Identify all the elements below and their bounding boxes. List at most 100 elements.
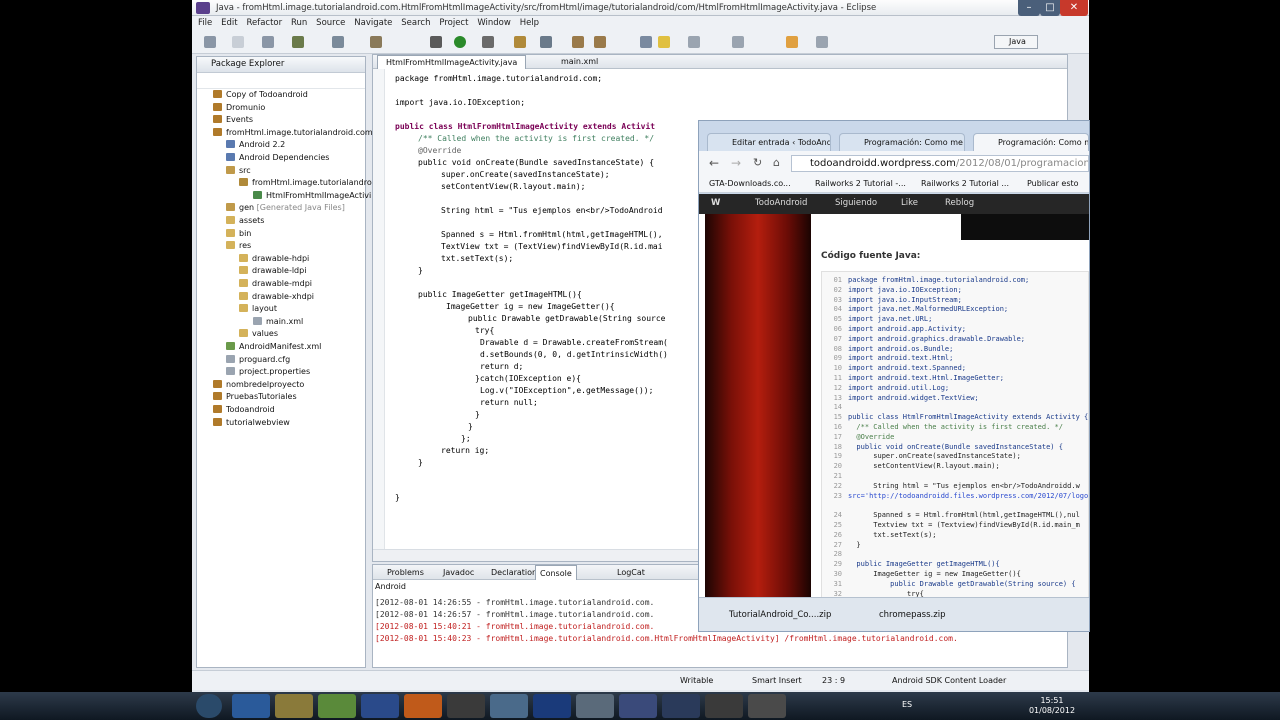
mark-occurrences-icon[interactable] xyxy=(640,36,652,48)
maximize-button[interactable]: □ xyxy=(1040,0,1060,16)
tab-console[interactable]: Console xyxy=(535,565,577,580)
url-input[interactable]: todoandroidd.wordpress.com/2012/08/01/pr… xyxy=(791,155,1089,172)
android-sdk-icon[interactable] xyxy=(292,36,304,48)
reload-icon[interactable]: ↻ xyxy=(753,156,762,169)
checkbox-icon[interactable] xyxy=(332,36,344,48)
menu-source[interactable]: Source xyxy=(316,16,345,30)
tab-main-xml[interactable]: main.xml xyxy=(553,55,606,69)
save-icon[interactable] xyxy=(232,36,244,48)
folder-icon[interactable] xyxy=(370,36,382,48)
browser-tab[interactable]: Programación: Como me xyxy=(839,133,965,151)
menu-search[interactable]: Search xyxy=(401,16,430,30)
new-class-icon[interactable] xyxy=(514,36,526,48)
download-item[interactable]: chromepass.zip xyxy=(857,605,997,625)
open-task-icon[interactable] xyxy=(594,36,606,48)
firefox-icon[interactable] xyxy=(404,694,442,718)
next-annotation-icon[interactable] xyxy=(732,36,744,48)
tree-item[interactable]: Copy of Todoandroid xyxy=(213,89,308,101)
tree-item[interactable]: res xyxy=(226,240,251,252)
word-icon[interactable] xyxy=(361,694,399,718)
tree-item[interactable]: tutorialwebview xyxy=(213,417,290,429)
tree-item[interactable]: src xyxy=(226,165,251,177)
tree-item[interactable]: PruebasTutoriales xyxy=(213,391,297,403)
eclipse-icon[interactable] xyxy=(533,694,571,718)
tree-item[interactable]: drawable-ldpi xyxy=(239,265,306,277)
run-icon[interactable] xyxy=(454,36,466,48)
tree-item[interactable]: values xyxy=(239,328,278,340)
language-indicator[interactable]: ES xyxy=(902,700,912,709)
back-icon[interactable]: ← xyxy=(709,156,719,170)
app-icon[interactable] xyxy=(705,694,743,718)
block-selection-icon[interactable] xyxy=(688,36,700,48)
tree-item[interactable]: Todoandroid xyxy=(213,404,275,416)
menu-refactor[interactable]: Refactor xyxy=(246,16,282,30)
tree-item[interactable]: assets xyxy=(226,215,264,227)
tab-java-file[interactable]: HtmlFromHtmlImageActivity.java xyxy=(377,55,527,69)
tree-item[interactable]: main.xml xyxy=(253,316,303,328)
wordpress-logo-icon[interactable]: W xyxy=(711,198,720,208)
wp-following-button[interactable]: Siguiendo xyxy=(835,198,877,208)
bookmark-item[interactable]: Railworks 2 Tutorial ... xyxy=(921,179,1009,188)
app-icon[interactable] xyxy=(447,694,485,718)
app-icon[interactable] xyxy=(619,694,657,718)
tree-item[interactable]: AndroidManifest.xml xyxy=(226,341,321,353)
perspective-java-button[interactable]: Java xyxy=(994,35,1038,49)
external-tools-icon[interactable] xyxy=(482,36,494,48)
app-icon[interactable] xyxy=(576,694,614,718)
tree-item[interactable]: fromHtml.image.tutorialandroid.com. xyxy=(213,127,375,139)
tree-item[interactable]: drawable-xhdpi xyxy=(239,291,314,303)
back-icon[interactable] xyxy=(786,36,798,48)
tree-item[interactable]: proguard.cfg xyxy=(226,354,290,366)
close-button[interactable]: ✕ xyxy=(1060,0,1088,16)
menu-edit[interactable]: Edit xyxy=(221,16,237,30)
new-icon[interactable] xyxy=(204,36,216,48)
wp-reblog-button[interactable]: Reblog xyxy=(945,198,974,208)
tree-item[interactable]: gen [Generated Java Files] xyxy=(226,202,345,214)
menu-project[interactable]: Project xyxy=(439,16,468,30)
debug-icon[interactable] xyxy=(430,36,442,48)
tree-item[interactable]: nombredelproyecto xyxy=(213,379,304,391)
wp-site-link[interactable]: TodoAndroid xyxy=(755,198,807,208)
wp-like-button[interactable]: Like xyxy=(901,198,918,208)
tab-javadoc[interactable]: Javadoc xyxy=(439,565,478,580)
tree-item[interactable]: drawable-hdpi xyxy=(239,253,309,265)
menu-window[interactable]: Window xyxy=(477,16,511,30)
tree-item[interactable]: layout xyxy=(239,303,277,315)
tree-item[interactable]: Events xyxy=(213,114,253,126)
bookmark-item[interactable]: GTA-Downloads.co... xyxy=(709,179,791,188)
tree-item[interactable]: Android 2.2 xyxy=(226,139,285,151)
tree-item[interactable]: HtmlFromHtmlImageActivi xyxy=(253,190,371,202)
print-icon[interactable] xyxy=(262,36,274,48)
tab-problems[interactable]: Problems xyxy=(383,565,428,580)
menu-run[interactable]: Run xyxy=(291,16,307,30)
start-button-icon[interactable] xyxy=(196,694,222,718)
ie-icon[interactable] xyxy=(232,694,270,718)
bookmark-item[interactable]: Railworks 2 Tutorial -... xyxy=(815,179,906,188)
refresh-icon[interactable] xyxy=(540,36,552,48)
app-icon[interactable] xyxy=(748,694,786,718)
open-type-icon[interactable] xyxy=(572,36,584,48)
forward-icon[interactable]: → xyxy=(731,156,741,170)
clock[interactable]: 15:51 01/08/2012 xyxy=(1026,696,1078,716)
tab-declaration[interactable]: Declaration xyxy=(487,565,541,580)
menu-file[interactable]: File xyxy=(198,16,212,30)
tree-item[interactable]: bin xyxy=(226,228,251,240)
tree-item[interactable]: project.properties xyxy=(226,366,310,378)
browser-tab-active[interactable]: Programación: Como m xyxy=(973,133,1089,151)
tab-logcat[interactable]: LogCat xyxy=(613,565,649,580)
explorer-icon[interactable] xyxy=(275,694,313,718)
minimize-button[interactable]: – xyxy=(1018,0,1040,16)
bookmark-item[interactable]: Publicar esto xyxy=(1027,179,1079,188)
home-icon[interactable]: ⌂ xyxy=(773,156,780,169)
tree-item[interactable]: drawable-mdpi xyxy=(239,278,312,290)
app-icon[interactable] xyxy=(490,694,528,718)
download-item[interactable]: TutorialAndroid_Co....zip xyxy=(707,605,849,625)
tree-item[interactable]: fromHtml.image.tutorialandroid xyxy=(239,177,379,189)
highlight-icon[interactable] xyxy=(658,36,670,48)
browser-tab[interactable]: Editar entrada ‹ TodoAndr xyxy=(707,133,831,151)
forward-icon[interactable] xyxy=(816,36,828,48)
menu-help[interactable]: Help xyxy=(520,16,539,30)
tree-item[interactable]: Android Dependencies xyxy=(226,152,329,164)
menu-navigate[interactable]: Navigate xyxy=(354,16,392,30)
tree-item[interactable]: Dromunio xyxy=(213,102,265,114)
